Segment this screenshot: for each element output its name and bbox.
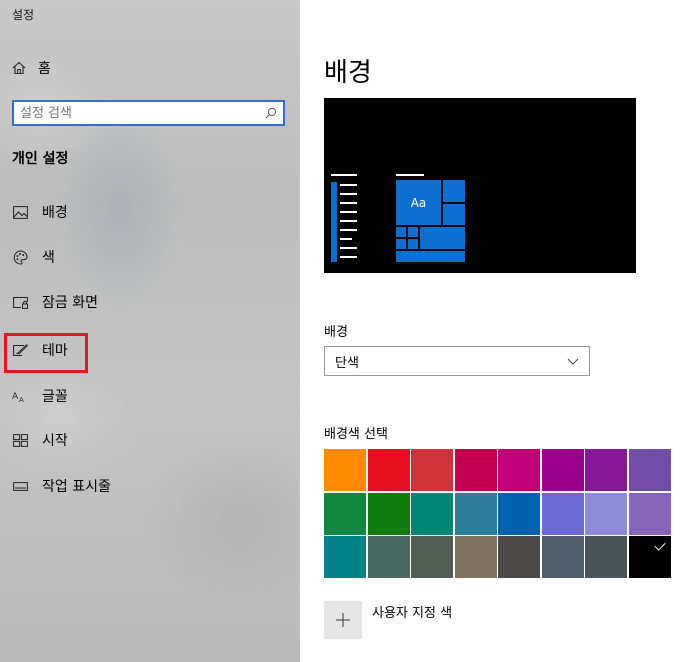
palette-icon <box>12 249 28 265</box>
color-swatch[interactable] <box>542 449 584 491</box>
background-label: 배경 <box>324 325 348 340</box>
taskbar-icon <box>12 478 28 494</box>
background-preview: Aa <box>324 98 636 273</box>
chevron-down-icon <box>567 358 579 365</box>
color-swatch[interactable] <box>455 449 497 491</box>
svg-text:A: A <box>12 392 19 402</box>
color-swatch[interactable] <box>324 449 366 491</box>
home-icon <box>12 61 26 75</box>
color-swatch[interactable] <box>498 493 540 535</box>
sidebar-item-label: 색 <box>42 250 55 266</box>
color-picker-label: 배경색 선택 <box>324 427 388 442</box>
sidebar-item-label: 글꼴 <box>42 389 68 405</box>
sidebar-item-fonts[interactable]: AA 글꼴 <box>12 384 68 408</box>
sidebar-item-label: 작업 표시줄 <box>42 479 111 495</box>
custom-color-button[interactable] <box>324 601 362 639</box>
search-box[interactable] <box>12 100 285 126</box>
page-title: 배경 <box>324 58 372 88</box>
background-type-select[interactable]: 단색 <box>324 346 590 376</box>
preview-text: Aa <box>410 195 427 210</box>
sidebar-item-background[interactable]: 배경 <box>12 200 68 224</box>
color-swatch[interactable] <box>324 493 366 535</box>
color-swatch[interactable] <box>542 493 584 535</box>
sidebar-item-label: 배경 <box>42 205 68 221</box>
main-panel: 배경 Aa 배경 단색 배경색 선택 사용자 지정 색 <box>300 0 700 662</box>
search-input[interactable] <box>20 105 265 121</box>
color-swatch[interactable] <box>411 449 453 491</box>
color-swatch[interactable] <box>411 536 453 578</box>
color-swatch[interactable] <box>585 449 627 491</box>
sidebar-item-start[interactable]: 시작 <box>12 428 68 452</box>
sidebar-item-color[interactable]: 색 <box>12 245 55 269</box>
plus-icon <box>336 613 350 627</box>
lock-screen-icon <box>12 294 28 310</box>
custom-color-label: 사용자 지정 색 <box>372 606 453 621</box>
color-swatch[interactable] <box>629 536 671 578</box>
highlight-box <box>4 333 88 373</box>
color-swatch[interactable] <box>368 449 410 491</box>
picture-icon <box>12 204 28 220</box>
svg-text:A: A <box>19 396 24 403</box>
sidebar-home[interactable]: 홈 <box>12 58 51 78</box>
color-swatch[interactable] <box>629 449 671 491</box>
color-swatch[interactable] <box>629 493 671 535</box>
sidebar: 설정 홈 개인 설정 배경 색 잠금 화면 <box>0 0 300 662</box>
color-swatch[interactable] <box>368 536 410 578</box>
search-icon[interactable] <box>265 107 277 119</box>
color-swatch[interactable] <box>498 536 540 578</box>
background-type-value: 단색 <box>335 355 359 371</box>
font-icon: AA <box>12 388 28 404</box>
color-swatch[interactable] <box>498 449 540 491</box>
sidebar-item-lock-screen[interactable]: 잠금 화면 <box>12 290 98 314</box>
color-swatch[interactable] <box>455 536 497 578</box>
color-swatch[interactable] <box>585 536 627 578</box>
color-swatch[interactable] <box>411 493 453 535</box>
color-swatch[interactable] <box>542 536 584 578</box>
home-label: 홈 <box>38 61 51 77</box>
app-title: 설정 <box>12 8 35 22</box>
color-swatch[interactable] <box>455 493 497 535</box>
sidebar-item-label: 시작 <box>42 433 68 449</box>
sidebar-item-label: 잠금 화면 <box>42 295 98 311</box>
color-swatch[interactable] <box>585 493 627 535</box>
color-swatch[interactable] <box>368 493 410 535</box>
section-title: 개인 설정 <box>12 151 69 167</box>
color-swatch[interactable] <box>324 536 366 578</box>
start-grid-icon <box>12 432 28 448</box>
sidebar-item-taskbar[interactable]: 작업 표시줄 <box>12 474 111 498</box>
